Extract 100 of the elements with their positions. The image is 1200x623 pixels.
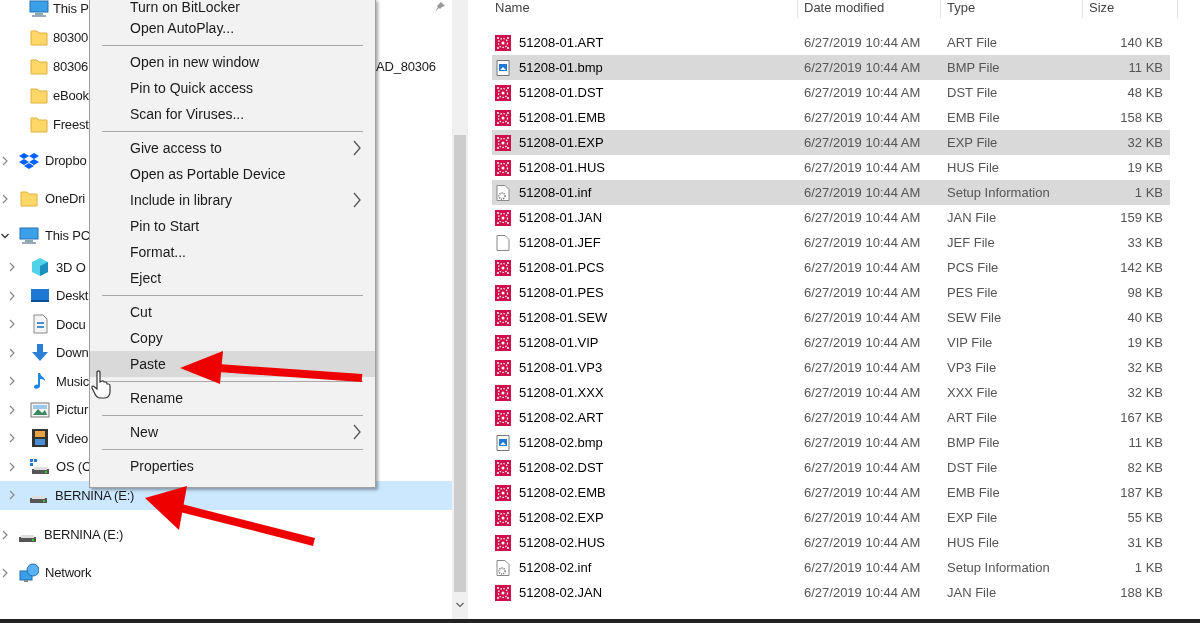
column-header[interactable]: Date modified — [798, 0, 941, 18]
type-cell: BMP File — [947, 59, 1000, 75]
embroidery-file-icon — [495, 159, 511, 176]
nav-item[interactable]: 80306 — [53, 56, 89, 77]
file-name[interactable]: 51208-01.VP3 — [519, 357, 603, 378]
image-file-icon — [495, 59, 511, 76]
type-cell: HUS File — [947, 159, 999, 175]
menu-item[interactable]: Turn on BitLocker — [90, 0, 375, 15]
expand-chevron-icon[interactable] — [8, 319, 16, 330]
nav-item[interactable]: 80300 — [53, 27, 89, 48]
nav-item[interactable]: Deskt — [56, 286, 89, 306]
embroidery-file-icon — [495, 309, 511, 326]
expand-chevron-icon[interactable] — [8, 347, 16, 358]
menu-item[interactable]: Format... — [90, 239, 375, 265]
expand-chevron-icon[interactable] — [8, 404, 16, 415]
menu-item[interactable]: New — [90, 419, 375, 445]
file-name[interactable]: 51208-02.ART — [519, 407, 604, 428]
nav-item[interactable]: This P — [53, 0, 89, 19]
menu-item[interactable]: Open as Portable Device — [90, 161, 375, 187]
file-name[interactable]: 51208-01.XXX — [519, 382, 604, 403]
computer-icon — [19, 225, 39, 246]
date-cell: 6/27/2019 10:44 AM — [804, 534, 921, 550]
type-cell: Setup Information — [947, 184, 1050, 200]
menu-item[interactable]: Copy — [90, 325, 375, 351]
date-cell: 6/27/2019 10:44 AM — [804, 159, 921, 175]
menu-item[interactable]: Scan for Viruses... — [90, 101, 375, 127]
file-name[interactable]: 51208-01.HUS — [519, 157, 605, 178]
file-name[interactable]: 51208-01.SEW — [519, 307, 608, 328]
nav-item[interactable]: eBook — [53, 85, 89, 106]
selected-row-highlight[interactable]: 51208-01.inf 6/27/2019 10:44 AM Setup Information 1 KB — [492, 180, 1170, 205]
menu-item[interactable]: Give access to — [90, 135, 375, 161]
nav-item[interactable]: OneDri — [45, 189, 85, 209]
menu-item[interactable]: Cut — [90, 299, 375, 325]
file-name[interactable]: 51208-01.JEF — [519, 232, 601, 253]
nav-item[interactable]: Freest — [53, 114, 89, 135]
selected-row-highlight[interactable]: 51208-01.bmp 6/27/2019 10:44 AM BMP File 11 KB — [492, 55, 1170, 80]
nav-item[interactable]: Video — [56, 428, 88, 448]
expand-chevron-icon[interactable] — [1, 156, 9, 166]
date-cell: 6/27/2019 10:44 AM — [804, 284, 921, 300]
type-cell: ART File — [947, 34, 998, 50]
nav-item[interactable]: Down — [56, 343, 89, 363]
file-name[interactable]: 51208-02.DST — [519, 457, 604, 478]
menu-item[interactable]: Include in library — [90, 187, 375, 213]
nav-item[interactable]: Dropbo — [45, 151, 87, 171]
size-cell: 32 KB — [1127, 134, 1163, 150]
type-cell: JEF File — [947, 234, 995, 250]
pin-icon[interactable] — [434, 1, 446, 13]
size-cell: 82 KB — [1127, 459, 1163, 475]
nav-item[interactable]: BERNINA (E:) — [55, 485, 135, 505]
file-name[interactable]: 51208-01.bmp — [519, 57, 603, 78]
file-name[interactable]: 51208-01.EXP — [519, 132, 604, 153]
expand-chevron-icon[interactable] — [8, 433, 16, 444]
type-cell: Setup Information — [947, 559, 1050, 575]
file-name[interactable]: 51208-02.HUS — [519, 532, 605, 553]
file-name[interactable]: 51208-01.JAN — [519, 207, 603, 228]
column-header[interactable]: Type — [941, 0, 1083, 18]
menu-item[interactable]: Open in new window — [90, 49, 375, 75]
expand-chevron-icon[interactable] — [1, 567, 9, 578]
selected-row-highlight[interactable]: 51208-01.EXP 6/27/2019 10:44 AM EXP File 32 KB — [492, 130, 1170, 155]
expand-chevron-icon[interactable] — [8, 262, 16, 273]
expand-chevron-icon[interactable] — [1, 194, 9, 204]
nav-item[interactable]: Network — [45, 562, 92, 583]
menu-item[interactable]: Pin to Quick access — [90, 75, 375, 101]
file-name[interactable]: 51208-01.EMB — [519, 107, 606, 128]
nav-item[interactable]: Docu — [56, 314, 86, 334]
file-name[interactable]: 51208-02.JAN — [519, 582, 603, 603]
size-cell: 40 KB — [1127, 309, 1163, 325]
size-cell: 1 KB — [1134, 184, 1163, 200]
expand-chevron-icon[interactable] — [8, 461, 16, 472]
column-header[interactable]: Name — [492, 0, 798, 18]
menu-item[interactable]: Eject — [90, 265, 375, 291]
nav-item[interactable]: BERNINA (E:) — [44, 524, 124, 545]
file-name[interactable]: 51208-02.bmp — [519, 432, 603, 453]
date-cell: 6/27/2019 10:44 AM — [804, 359, 921, 375]
file-name[interactable]: 51208-02.EMB — [519, 482, 606, 503]
file-name[interactable]: 51208-01.inf — [519, 182, 592, 203]
menu-item[interactable]: Open AutoPlay... — [90, 15, 375, 41]
file-name[interactable]: 51208-01.PES — [519, 282, 604, 303]
nav-item[interactable]: 3D O — [56, 257, 86, 277]
file-name[interactable]: 51208-02.EXP — [519, 507, 604, 528]
menu-item[interactable]: Properties — [90, 453, 375, 479]
embroidery-file-icon — [495, 284, 511, 301]
scrollbar-thumb[interactable] — [454, 135, 466, 592]
nav-item[interactable]: Pictur — [56, 400, 89, 420]
file-name[interactable]: 51208-01.VIP — [519, 332, 599, 353]
nav-item[interactable]: Music — [56, 371, 89, 391]
file-name[interactable]: 51208-01.PCS — [519, 257, 605, 278]
image-file-icon — [495, 434, 511, 451]
expand-chevron-icon[interactable] — [1, 529, 9, 540]
column-header[interactable]: Size — [1083, 0, 1178, 18]
expand-chevron-icon[interactable] — [8, 376, 16, 387]
size-cell: 1 KB — [1134, 559, 1163, 575]
file-name[interactable]: 51208-01.DST — [519, 82, 604, 103]
file-name[interactable]: 51208-02.inf — [519, 557, 592, 578]
expand-chevron-icon[interactable] — [8, 290, 16, 301]
file-name[interactable]: 51208-01.ART — [519, 32, 604, 53]
nav-item[interactable]: This PC — [45, 225, 90, 246]
scroll-down-icon[interactable] — [456, 602, 464, 608]
menu-item[interactable]: Pin to Start — [90, 213, 375, 239]
expand-chevron-icon[interactable] — [8, 490, 16, 501]
